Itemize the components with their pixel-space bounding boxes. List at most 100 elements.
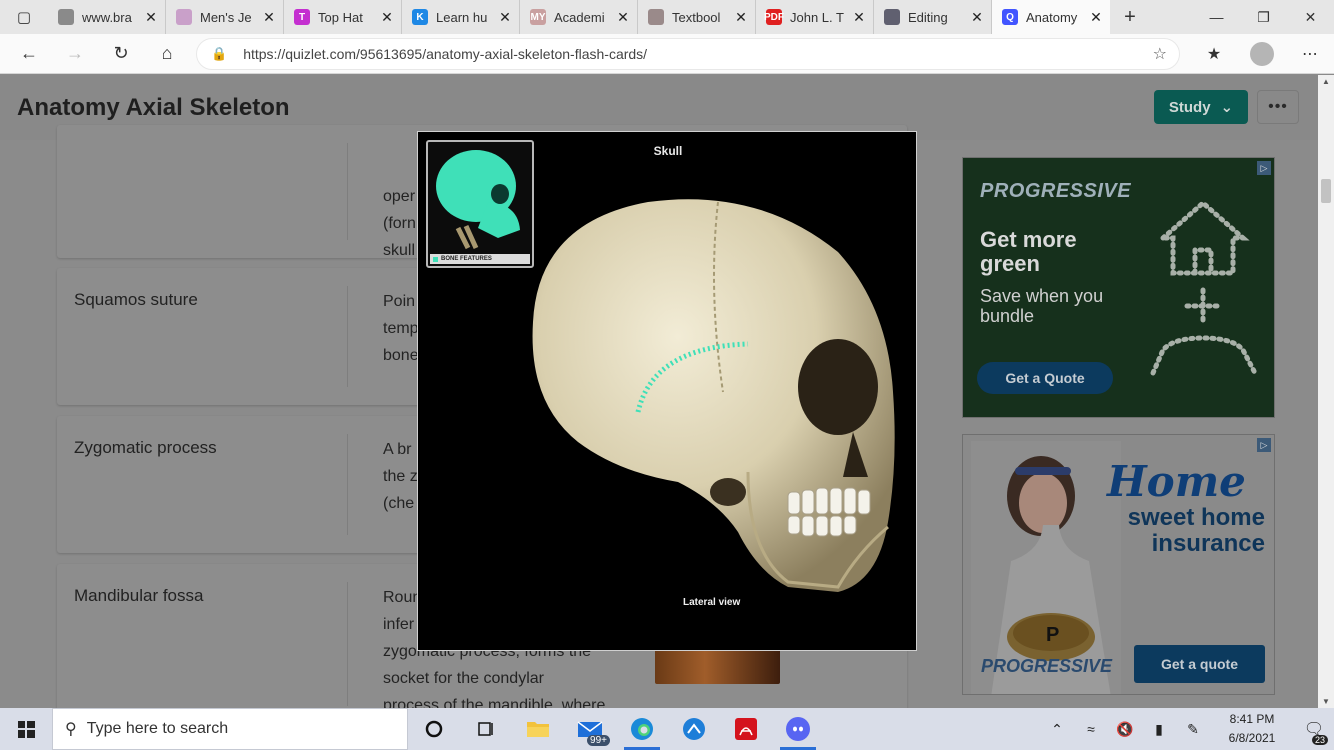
- close-tab-icon[interactable]: ✕: [851, 9, 867, 26]
- definition-line: process of the mandible, where: [383, 697, 606, 708]
- browser-tab[interactable]: K Learn hu ✕: [402, 0, 520, 34]
- add-favorite-icon[interactable]: ☆: [1153, 44, 1167, 64]
- tab-title: www.bra: [82, 9, 132, 25]
- mail-icon[interactable]: 99+: [564, 708, 616, 750]
- modal-caption: Lateral view: [683, 597, 741, 608]
- close-tab-icon[interactable]: ✕: [261, 9, 277, 26]
- search-icon: ⚲: [65, 721, 77, 738]
- address-bar[interactable]: 🔒 https://quizlet.com/95613695/anatomy-a…: [196, 38, 1180, 70]
- file-explorer-icon[interactable]: [512, 708, 564, 750]
- app-icon[interactable]: [668, 708, 720, 750]
- ad-tagline: sweet home insurance: [1127, 504, 1265, 557]
- kenhub-icon: K: [412, 9, 428, 25]
- close-tab-icon[interactable]: ✕: [969, 9, 985, 26]
- scroll-down-icon[interactable]: ▼: [1318, 697, 1334, 706]
- progressive-ad-home[interactable]: ▷ P Home sweet home insurance PROGRESSIV…: [962, 434, 1275, 695]
- chevron-down-icon: ⌄: [1220, 99, 1234, 116]
- lock-icon[interactable]: 🔒: [211, 46, 227, 62]
- close-tab-icon[interactable]: ✕: [497, 9, 513, 26]
- browser-tab[interactable]: Q Anatomy ✕: [992, 0, 1110, 34]
- ad-subtext: Save when you bundle: [980, 286, 1104, 326]
- home-button[interactable]: ⌂: [144, 34, 190, 74]
- start-button[interactable]: [0, 708, 52, 750]
- browser-tab[interactable]: Men's Je ✕: [166, 0, 284, 34]
- tab-title: Men's Je: [200, 9, 252, 25]
- taskbar-search[interactable]: ⚲ Type here to search: [52, 708, 408, 750]
- acrobat-icon[interactable]: [720, 708, 772, 750]
- tophat-icon: T: [294, 9, 310, 25]
- close-tab-icon[interactable]: ✕: [143, 9, 159, 26]
- close-tab-icon[interactable]: ✕: [733, 9, 749, 26]
- page-scrollbar[interactable]: ▲ ▼: [1318, 75, 1334, 708]
- clock-date: 6/8/2021: [1228, 731, 1276, 745]
- refresh-button[interactable]: ↻: [98, 34, 144, 74]
- clock[interactable]: 8:41 PM 6/8/2021: [1210, 710, 1294, 748]
- get-quote-button[interactable]: Get a Quote: [977, 362, 1113, 394]
- wifi-icon[interactable]: ≈: [1074, 721, 1108, 737]
- cortana-icon[interactable]: [408, 708, 460, 750]
- edge-browser-icon[interactable]: [616, 708, 668, 750]
- scroll-thumb[interactable]: [1321, 179, 1331, 203]
- settings-more-icon[interactable]: ⋯: [1286, 34, 1334, 74]
- chevron-up-icon[interactable]: ⌃: [1040, 721, 1074, 738]
- browser-tab[interactable]: www.bra ✕: [48, 0, 166, 34]
- browser-tab[interactable]: PDF John L. T ✕: [756, 0, 874, 34]
- close-tab-icon[interactable]: ✕: [1088, 9, 1104, 26]
- favorites-icon[interactable]: ★: [1190, 34, 1238, 74]
- card-divider: [347, 434, 348, 535]
- card-term: Zygomatic process: [74, 438, 217, 457]
- card-image-thumbnail[interactable]: [655, 648, 780, 684]
- browser-tab-strip: ▢ www.bra ✕ Men's Je ✕ T Top Hat ✕ K Learn hu ✕ MY…: [0, 0, 1334, 34]
- bone-features-inset: BONE FEATURES: [426, 140, 534, 268]
- browser-tab[interactable]: Textbool ✕: [638, 0, 756, 34]
- textbook-icon: [648, 9, 664, 25]
- progressive-ad-bundle[interactable]: ▷ PROGRESSIVE Get more green Save when y…: [962, 157, 1275, 418]
- image-lightbox[interactable]: Skull Lateral view BONE FEATURES: [417, 131, 917, 651]
- more-options-button[interactable]: •••: [1257, 90, 1299, 124]
- tab-title: John L. T: [790, 9, 844, 25]
- profile-button[interactable]: [1238, 34, 1286, 74]
- house-plus-car-icon: [1150, 199, 1258, 376]
- card-term: Mandibular fossa: [74, 586, 204, 605]
- minimize-icon[interactable]: —: [1193, 0, 1240, 34]
- ad-script-title: Home: [1107, 457, 1246, 506]
- close-tab-icon[interactable]: ✕: [379, 9, 395, 26]
- tab-title: Learn hu: [436, 9, 488, 25]
- pdf-icon: PDF: [764, 9, 784, 25]
- close-tab-icon[interactable]: ✕: [615, 9, 631, 26]
- system-tray: ⌃ ≈ 🔇 ▮ ✎ 8:41 PM 6/8/2021 🗨 23: [1040, 708, 1334, 750]
- browser-tab[interactable]: MY Academi ✕: [520, 0, 638, 34]
- browser-tab[interactable]: T Top Hat ✕: [284, 0, 402, 34]
- toolbar-right: ★ ⋯: [1190, 34, 1334, 74]
- scroll-up-icon[interactable]: ▲: [1318, 77, 1334, 86]
- notification-count: 23: [1311, 735, 1328, 745]
- forward-button[interactable]: →: [52, 34, 98, 74]
- ad-headline: Get more green: [980, 227, 1077, 276]
- close-window-icon[interactable]: ✕: [1287, 0, 1334, 34]
- get-quote-button[interactable]: Get a quote: [1134, 645, 1265, 683]
- skull-inset-icon: [436, 150, 520, 250]
- browser-toolbar: ← → ↻ ⌂ 🔒 https://quizlet.com/95613695/a…: [0, 34, 1334, 74]
- ad-brand: PROGRESSIVE: [981, 656, 1113, 676]
- study-button[interactable]: Study ⌄: [1154, 90, 1248, 124]
- volume-muted-icon[interactable]: 🔇: [1108, 721, 1142, 738]
- study-label: Study: [1168, 98, 1211, 116]
- new-tab-button[interactable]: +: [1110, 0, 1150, 34]
- battery-icon[interactable]: ▮: [1142, 721, 1176, 738]
- tab-title: Textbool: [672, 9, 721, 25]
- browser-tab[interactable]: Editing ✕: [874, 0, 992, 34]
- inset-label: BONE FEATURES: [430, 254, 530, 264]
- back-button[interactable]: ←: [6, 34, 52, 74]
- tab-actions-icon[interactable]: ▢: [0, 0, 48, 34]
- windows-logo-icon: [17, 720, 35, 738]
- task-view-icon[interactable]: [460, 708, 512, 750]
- ad-choices-icon[interactable]: ▷: [1257, 161, 1271, 175]
- discord-icon[interactable]: [772, 708, 824, 750]
- notification-center-icon[interactable]: 🗨 23: [1294, 719, 1334, 745]
- ad-choices-icon[interactable]: ▷: [1257, 438, 1271, 452]
- restore-icon[interactable]: ❐: [1240, 0, 1287, 34]
- svg-text:P: P: [1046, 624, 1059, 646]
- windows-taskbar: ⚲ Type here to search 99+ ⌃ ≈ 🔇 ▮ ✎ 8:41…: [0, 708, 1334, 750]
- pen-icon[interactable]: ✎: [1176, 721, 1210, 738]
- url-text[interactable]: https://quizlet.com/95613695/anatomy-axi…: [243, 46, 647, 62]
